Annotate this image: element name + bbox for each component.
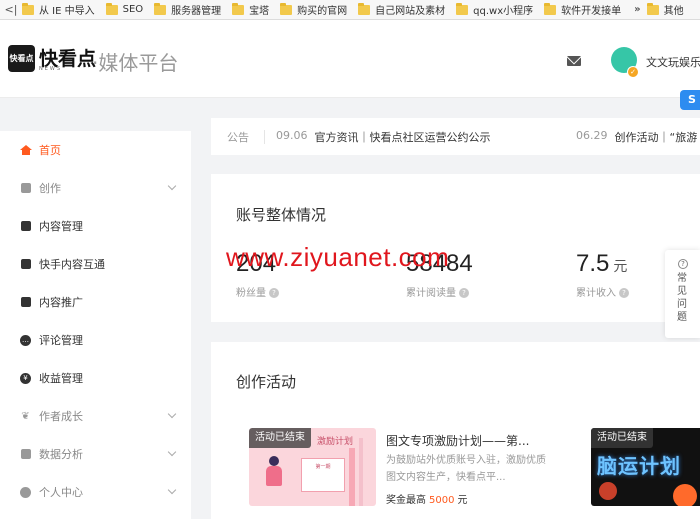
activities-card: 创作活动 激励计划 第一期 活动已结束 图文专项激励计划——第... 为鼓励站外… [211,342,700,519]
edit-icon [20,183,31,194]
sync-icon [20,259,31,270]
more-bookmarks-button[interactable]: » [634,4,640,15]
chevron-down-icon [167,181,177,191]
help-icon[interactable]: ? [269,288,279,298]
sidebar-item-create[interactable]: 创作 [0,169,191,207]
chevron-down-icon [167,447,177,457]
announcement-title: 公告 [227,130,249,144]
folder-icon [154,2,167,15]
bookmark-item[interactable]: qq.wx小程序 [456,2,533,17]
sidebar-item-data-analysis[interactable]: 数据分析 [0,435,191,473]
folder-icon [544,2,557,15]
yen-icon: ¥ [20,372,31,384]
bookmark-item[interactable]: 宝塔 [232,2,269,17]
poster-illustration: 第一期 [301,458,345,492]
home-icon [19,144,32,156]
chevron-down-icon [167,485,177,495]
document-icon [20,221,31,232]
mail-icon[interactable] [567,56,581,66]
folder-icon [280,2,293,15]
activities-title: 创作活动 [236,373,297,391]
site-header: 快看点 快看点 NEWS ·媒体平台 ✓ 文文玩娱乐 S [0,20,700,110]
logo-subtitle: NEWS [39,66,63,72]
ended-badge: 活动已结束 [249,428,311,448]
sidebar-item-promotion[interactable]: 内容推广 [0,283,191,321]
question-icon: ? [678,259,688,269]
help-icon[interactable]: ? [619,288,629,298]
bookmark-item[interactable]: 软件开发接单 [544,2,621,17]
divider [264,130,265,144]
sidebar-item-kuaishou-sync[interactable]: 快手内容互通 [0,245,191,283]
announcement-bar: 公告 09.06 官方资讯｜快看点社区运营公约公示 06.29 创作活动｜“旅游 [211,118,700,155]
bookmark-item[interactable]: 从 IE 中导入 [22,2,95,17]
activity-prize: 奖金最高 5000 元 [386,495,468,506]
logo-mark[interactable]: 快看点 [8,45,35,72]
sidebar-item-home[interactable]: 首页 [0,131,191,169]
bookmark-item[interactable]: 购买的官网 [280,2,347,17]
stat-total-income: 7.5 元 累计收入? [576,250,629,299]
bookmarks-bar: <| 从 IE 中导入 SEO 服务器管理 宝塔 购买的官网 自己网站及素材 q… [0,0,700,20]
bookmark-item[interactable]: SEO [105,2,143,15]
sidebar-item-personal-center[interactable]: 个人中心 [0,473,191,511]
watermark-text: www.ziyuanet.com [226,242,450,272]
faq-label: 常见问题 [677,273,687,323]
activity-description: 为鼓励站外优质账号入驻，激励优质图文内容生产，快看点平... [386,455,546,483]
extension-badge[interactable]: S [680,90,700,110]
username[interactable]: 文文玩娱乐 [646,54,700,70]
faq-floating-button[interactable]: ? 常见问题 [665,250,700,338]
activity-title[interactable]: 图文专项激励计划——第... [386,432,529,449]
activity-image-text: 激励计划 [317,437,354,447]
help-icon[interactable]: ? [459,288,469,298]
folder-icon [646,2,659,15]
announcement-item[interactable]: 09.06 官方资讯｜快看点社区运营公约公示 [276,129,491,145]
chevron-down-icon [167,409,177,419]
announcement-item[interactable]: 06.29 创作活动｜“旅游 [576,129,697,145]
sidebar-item-earnings[interactable]: ¥ 收益管理 [0,359,191,397]
folder-icon [22,2,34,15]
sidebar-item-content-management[interactable]: 内容管理 [0,207,191,245]
bookmark-item[interactable]: 自己网站及素材 [358,2,445,17]
sidebar-item-comments[interactable]: … 评论管理 [0,321,191,359]
folder-icon [358,2,371,15]
back-icon[interactable]: <| [0,3,22,16]
bookmark-item[interactable]: 其他 [646,2,684,17]
sidebar-item-author-growth[interactable]: ❦ 作者成长 [0,397,191,435]
vip-badge-icon: ✓ [627,66,639,78]
comment-icon: … [20,334,31,346]
arrow-right-icon [20,297,31,308]
folder-icon [456,2,469,15]
chart-icon [20,449,31,460]
ended-badge: 活动已结束 [591,428,653,448]
activity-image-text: 脑运计划 [597,454,681,478]
sprout-icon: ❦ [21,410,30,422]
folder-icon [105,2,118,15]
bookmark-item[interactable]: 服务器管理 [154,2,221,17]
platform-title: ·媒体平台 [92,51,179,75]
user-icon [20,486,31,498]
activity-thumbnail[interactable]: 脑运计划 活动已结束 [591,428,700,506]
person-illustration [265,456,283,488]
sidebar: 首页 创作 内容管理 快手内容互通 内容推广 … 评论管理 ¥ 收益管理 ❦ 作… [0,131,191,519]
account-overview-title: 账号整体情况 [236,206,327,224]
activity-thumbnail[interactable]: 激励计划 第一期 活动已结束 [249,428,376,506]
folder-icon [232,2,245,15]
